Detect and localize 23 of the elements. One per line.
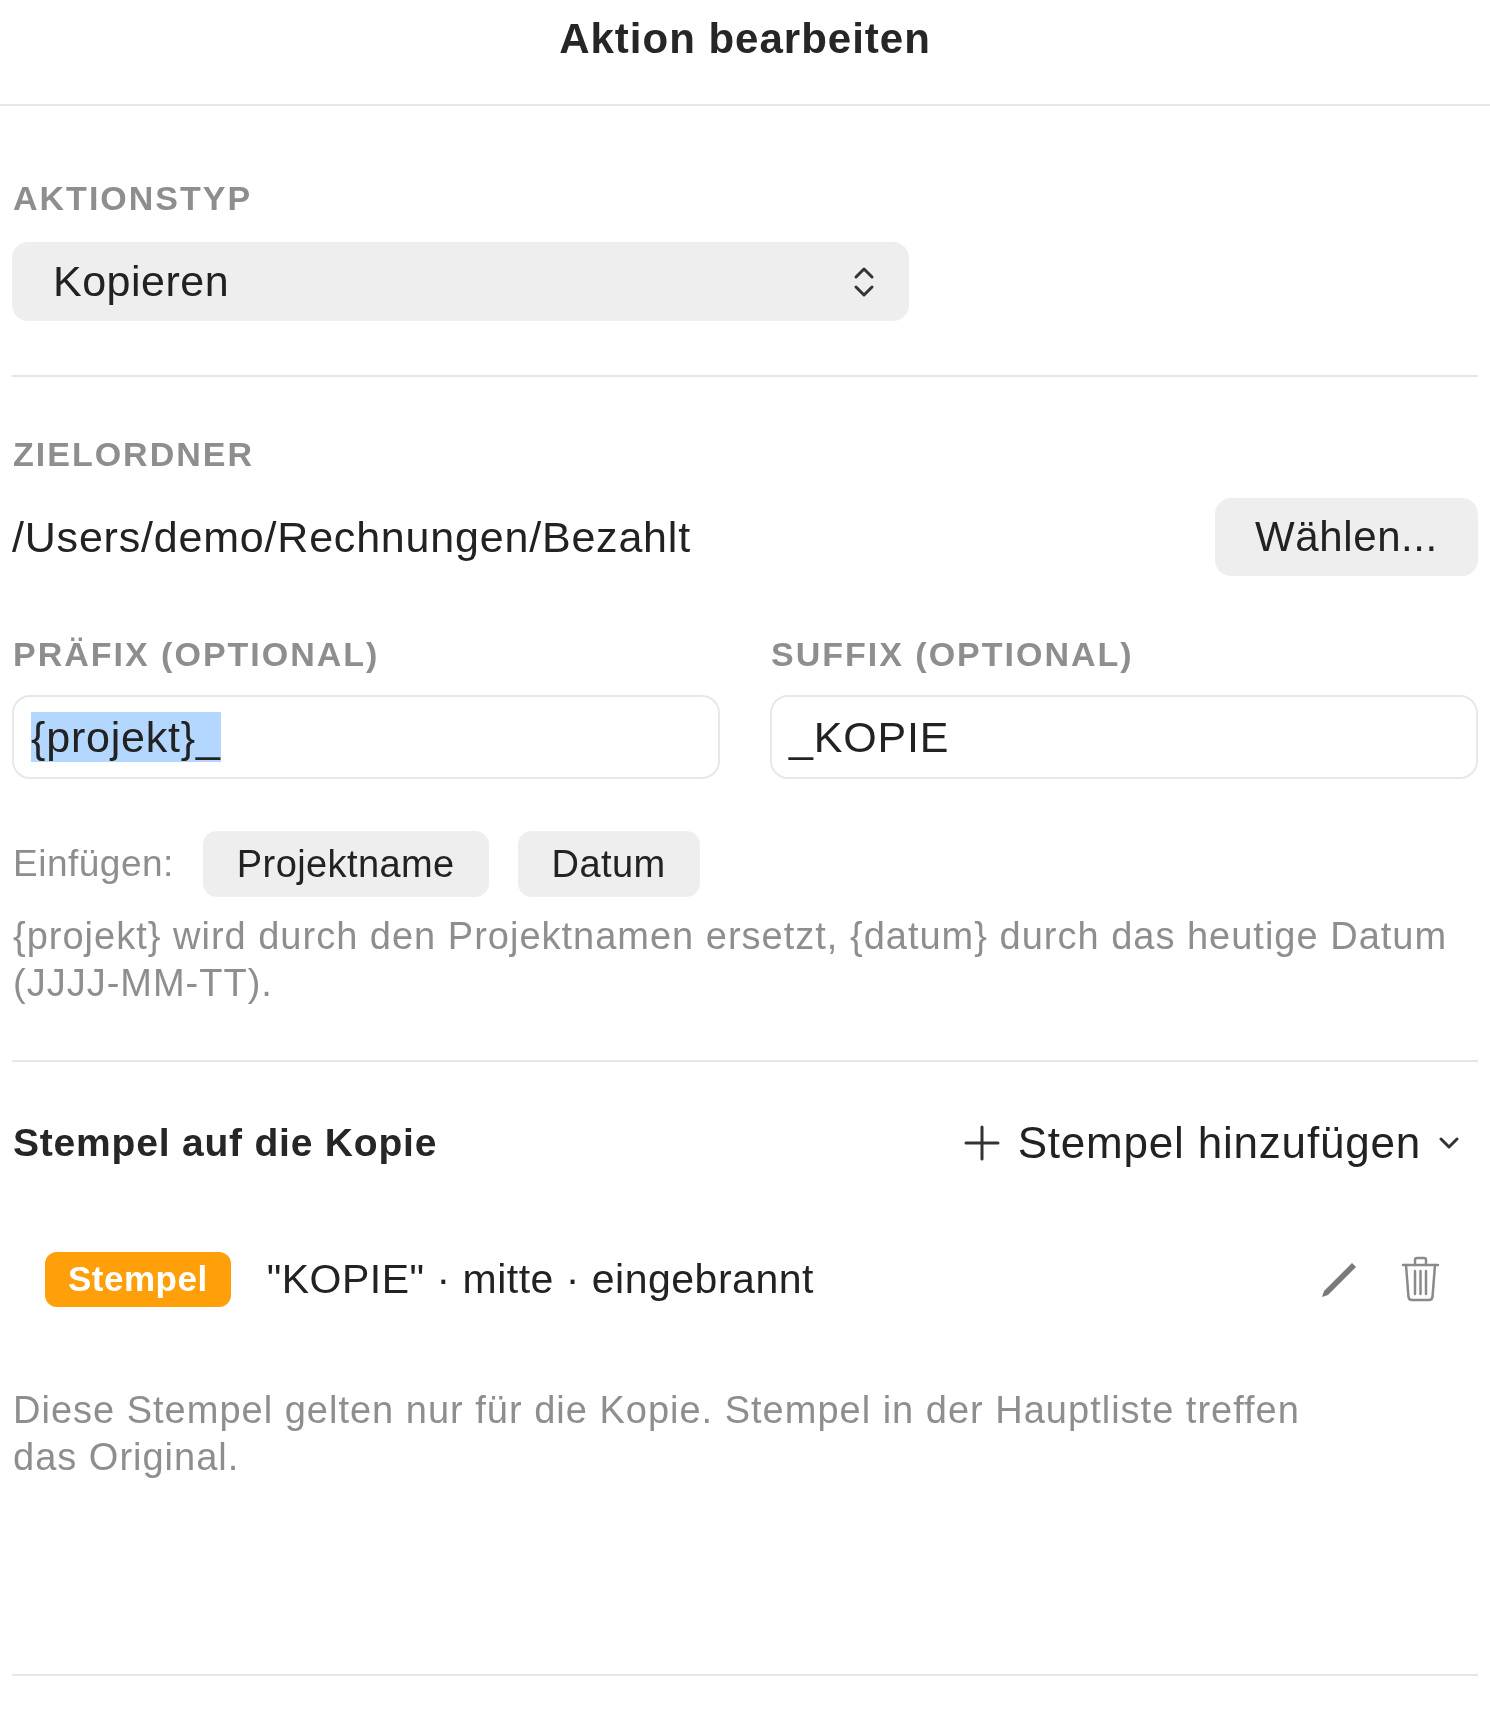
insert-token-button[interactable]: Datum <box>517 831 700 897</box>
window-title: Aktion bearbeiten <box>559 15 931 63</box>
section-label: AKTIONSTYP <box>12 180 254 216</box>
folder-path: /Users/demo/Rechnungen/Bezahlt <box>12 512 691 562</box>
choose-button[interactable]: Wählen... <box>1215 498 1478 576</box>
trash-icon[interactable] <box>1401 1256 1440 1302</box>
section-title: Stempel auf die Kopie <box>12 1121 438 1165</box>
field-label: SUFFIX (OPTIONAL) <box>770 636 1135 672</box>
stamp-badge: Stempel <box>45 1251 231 1307</box>
section-label: ZIELORDNER <box>12 436 255 472</box>
hint-text: {projekt} wird durch den Projektnamen ersetzt, {datum} durch das heutige Datum (JJJJ-MM-TT). <box>12 914 1449 1006</box>
insert-label: Einfügen: <box>12 843 174 885</box>
input-field[interactable]: {projekt}_ <box>12 695 720 779</box>
plus-icon <box>963 1125 1000 1161</box>
note-text: Diese Stempel gelten nur für die Kopie. Stempel in der Hauptliste treffen das Original. <box>12 1388 1301 1480</box>
action-type-select[interactable]: Kopieren <box>12 242 909 321</box>
chevron-down-icon <box>1439 1137 1459 1149</box>
input-field[interactable]: _KOPIE <box>770 695 1478 779</box>
add-stamp-button[interactable]: Stempel hinzufügen <box>963 1118 1459 1168</box>
pencil-icon[interactable] <box>1321 1260 1358 1298</box>
insert-token-button[interactable]: Projektname <box>202 831 489 897</box>
stamp-description: "KOPIE" · mitte · eingebrannt <box>266 1255 815 1303</box>
field-label: PRÄFIX (OPTIONAL) <box>12 636 381 672</box>
